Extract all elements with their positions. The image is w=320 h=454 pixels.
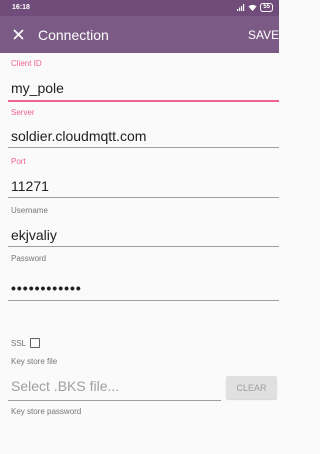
username-underline: [8, 246, 279, 247]
key-store-file-label: Key store file: [11, 357, 58, 366]
server-field[interactable]: soldier.cloudmqtt.com: [11, 128, 146, 144]
ssl-label: SSL: [11, 338, 27, 348]
client-id-field[interactable]: my_pole: [11, 80, 64, 96]
signal-icon: [237, 4, 245, 11]
page-title: Connection: [38, 27, 109, 43]
port-field[interactable]: 11271: [11, 178, 49, 194]
client-id-label: Client ID: [11, 59, 42, 68]
username-field[interactable]: ekjvaliy: [11, 227, 57, 243]
server-label: Server: [11, 108, 35, 117]
key-store-file-field[interactable]: Select .BKS file...: [11, 378, 119, 394]
password-field[interactable]: ••••••••••••: [11, 280, 82, 296]
port-label: Port: [11, 157, 26, 166]
port-underline: [8, 197, 279, 198]
status-bar: 16:18 55: [0, 0, 279, 16]
app-bar: Connection SAVE: [0, 16, 279, 53]
close-button[interactable]: [10, 26, 26, 42]
server-underline: [8, 147, 279, 148]
client-id-underline: [8, 100, 279, 102]
clear-button[interactable]: CLEAR: [226, 376, 277, 399]
key-store-file-underline: [8, 400, 221, 401]
status-icons: 55: [237, 3, 273, 12]
save-button[interactable]: SAVE: [248, 28, 279, 42]
password-label: Password: [11, 254, 47, 263]
key-store-password-label: Key store password: [11, 407, 82, 416]
ssl-row: SSL: [11, 338, 41, 348]
username-label: Username: [11, 206, 48, 215]
ssl-checkbox[interactable]: [30, 338, 41, 348]
wifi-icon: [248, 4, 257, 11]
status-time: 16:18: [12, 4, 30, 11]
close-icon: [12, 28, 24, 40]
password-underline: [8, 300, 279, 301]
battery-icon: 55: [260, 3, 273, 12]
